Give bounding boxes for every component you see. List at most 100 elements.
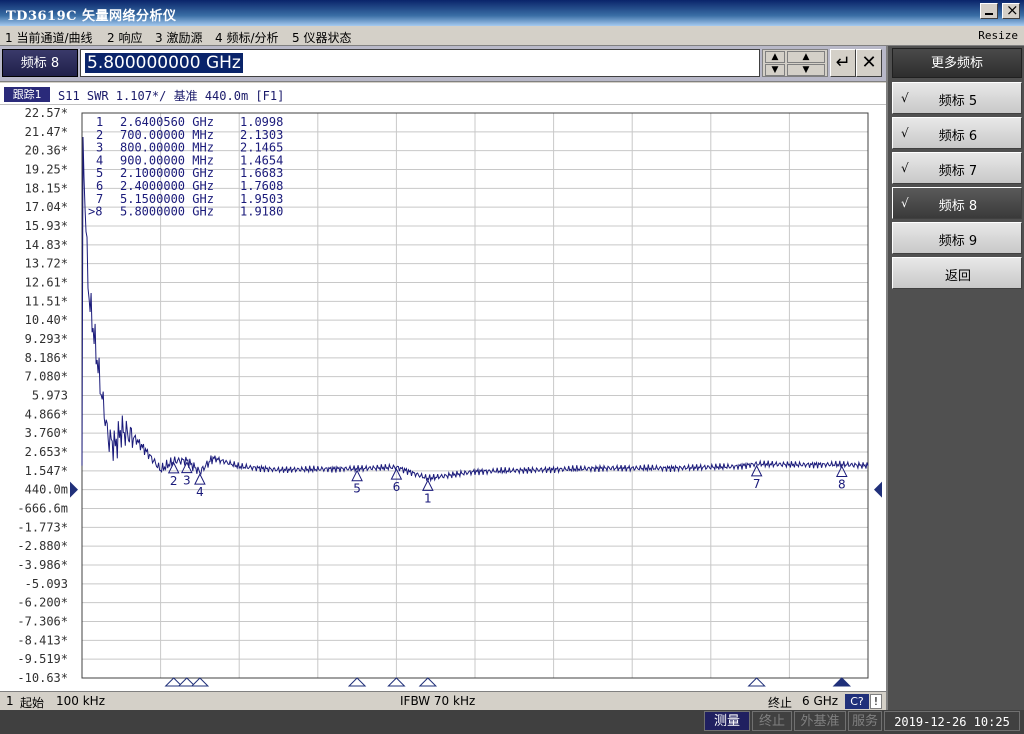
softkey-header: 更多频标 (892, 48, 1022, 78)
calibration-badge[interactable]: C? (845, 694, 869, 709)
marker-label: 3 (183, 474, 191, 488)
y-tick-label: -8.413* (17, 633, 68, 647)
softkey-marker-5[interactable]: √ 频标 5 (892, 82, 1022, 114)
marker-label: 4 (196, 485, 204, 499)
marker-label: 8 (838, 477, 846, 491)
resize-button[interactable]: Resize (978, 29, 1018, 42)
softkey-label: 频标 7 (938, 164, 978, 179)
y-tick-label: 3.760* (25, 426, 68, 440)
measure-button[interactable]: 测量 (704, 711, 750, 731)
menu-instrument-state[interactable]: 5 仪器状态 (292, 29, 351, 46)
close-icon[interactable] (1002, 1, 1020, 19)
marker-label: 6 (393, 480, 401, 494)
softkey-marker-6[interactable]: √ 频标 6 (892, 117, 1022, 149)
y-tick-label: 5.973 (32, 389, 68, 403)
trace-info: S11 SWR 1.107*/ 基准 440.0m [F1] (58, 89, 285, 103)
axis-marker-icon (347, 677, 367, 687)
menu-current-channel[interactable]: 1 当前通道/曲线 (5, 29, 93, 46)
y-tick-label: 19.25* (25, 163, 68, 177)
spin-down-small-icon[interactable]: ▼ (765, 64, 785, 76)
y-tick-label: -2.880* (17, 539, 68, 553)
entry-field[interactable]: 5.800000000 GHz (80, 49, 760, 77)
stop-button[interactable]: 终止 (752, 711, 792, 731)
start-value: 100 kHz (56, 694, 105, 708)
reference-right-arrow-icon (874, 481, 882, 498)
y-tick-label: 4.866* (25, 407, 68, 421)
external-reference-button[interactable]: 外基准 (794, 711, 846, 731)
marker-label: 1 (424, 491, 432, 505)
warning-badge[interactable]: ! (870, 694, 882, 709)
status-bar: 1 起始 100 kHz IFBW 70 kHz 终止 6 GHz C? ! (0, 691, 886, 710)
softkey-label: 频标 6 (938, 129, 978, 144)
menu-response[interactable]: 2 响应 (107, 29, 142, 46)
y-tick-label: 9.293* (25, 332, 68, 346)
y-tick-label: 21.47* (25, 125, 68, 139)
y-tick-label: 22.57* (25, 106, 68, 120)
start-label: 起始 (20, 696, 45, 710)
menu-stimulus[interactable]: 3 激励源 (155, 29, 202, 46)
enter-icon[interactable]: ↵ (830, 49, 856, 77)
marker-triangle-icon (194, 473, 206, 485)
clock: 2019-12-26 10:25 (884, 711, 1020, 731)
y-tick-label: 15.93* (25, 219, 68, 233)
spin-up-small-icon[interactable]: ▲ (765, 51, 785, 63)
marker-triangle-icon (422, 479, 434, 491)
y-tick-label: 440.0m (25, 483, 68, 497)
stop-label: 终止 (768, 696, 793, 710)
marker-label: 5 (353, 482, 361, 496)
softkey-marker-8[interactable]: √ 频标 8 (892, 187, 1022, 219)
ifbw-value: IFBW 70 kHz (400, 694, 476, 708)
y-tick-label: 2.653* (25, 445, 68, 459)
window-title: TD3619C 矢量网络分析仪 (6, 9, 177, 24)
softkey-label: 返回 (944, 269, 971, 284)
chart-svg[interactable]: 22.57*21.47*20.36*19.25*18.15*17.04*15.9… (0, 105, 886, 691)
softkey-label: 频标 5 (938, 94, 978, 109)
y-tick-label: -9.519* (17, 652, 68, 666)
entry-label: 频标 8 (2, 49, 78, 77)
entry-bar: 频标 8 5.800000000 GHz ▲ ▼ ▲ ▼ ↵ ✕ (0, 46, 886, 82)
cancel-icon[interactable]: ✕ (856, 49, 882, 77)
axis-marker-icon (832, 677, 852, 687)
system-bar: 测量 终止 外基准 服务 2019-12-26 10:25 (0, 710, 1024, 734)
trace-tag[interactable]: 跟踪1 (4, 87, 50, 102)
softkey-label: 频标 8 (938, 199, 978, 214)
marker-table-freq: 5.8000000 GHz (120, 205, 214, 219)
menu-bar: 1 当前通道/曲线 2 响应 3 激励源 4 频标/分析 5 仪器状态 Resi… (0, 26, 1024, 46)
trace-header: 跟踪1 S11 SWR 1.107*/ 基准 440.0m [F1] (0, 83, 886, 105)
y-tick-label: -1.773* (17, 520, 68, 534)
minimize-icon[interactable] (980, 3, 998, 19)
y-tick-label: -5.093 (25, 577, 68, 591)
softkey-return[interactable]: 返回 (892, 257, 1022, 289)
marker-triangle-icon (835, 465, 848, 477)
softkey-label: 频标 9 (938, 234, 978, 249)
spin-control: ▲ ▼ ▲ ▼ (762, 49, 828, 77)
marker-triangle-icon (351, 469, 363, 482)
menu-marker-analysis[interactable]: 4 频标/分析 (215, 29, 279, 46)
softkey-panel: 更多频标 √ 频标 5 √ 频标 6 √ 频标 7 √ 频标 8 频标 9 返回 (886, 46, 1024, 710)
softkey-marker-7[interactable]: √ 频标 7 (892, 152, 1022, 184)
y-tick-label: 18.15* (25, 181, 68, 195)
marker-table-num: >8 (88, 205, 102, 219)
axis-marker-icon (387, 677, 406, 687)
chart-area[interactable]: 22.57* 21.47* 20.36* 19.25* 18.15* 17.04* 15.9… (0, 105, 886, 691)
y-tick-label: 11.51* (25, 294, 68, 308)
axis-marker-icon (190, 677, 210, 687)
y-tick-label: 1.547* (25, 464, 68, 478)
spin-up-icon[interactable]: ▲ (787, 51, 825, 63)
service-button[interactable]: 服务 (848, 711, 882, 731)
axis-marker-icon (747, 677, 766, 687)
marker-label: 7 (753, 477, 761, 491)
axis-marker-icon (418, 677, 438, 687)
y-tick-label: 13.72* (25, 257, 68, 271)
y-tick-label: 17.04* (25, 200, 68, 214)
spin-down-icon[interactable]: ▼ (787, 64, 825, 76)
y-tick-label: -666.6m (17, 502, 68, 516)
stop-value: 6 GHz (802, 694, 839, 708)
y-tick-label: -7.306* (17, 615, 68, 629)
softkey-marker-9[interactable]: 频标 9 (892, 222, 1022, 254)
y-tick-label: 12.61* (25, 276, 68, 290)
y-tick-label: 14.83* (25, 238, 68, 252)
channel-number: 1 (6, 694, 14, 708)
entry-value[interactable]: 5.800000000 GHz (85, 53, 243, 73)
y-tick-label: 10.40* (25, 313, 68, 327)
